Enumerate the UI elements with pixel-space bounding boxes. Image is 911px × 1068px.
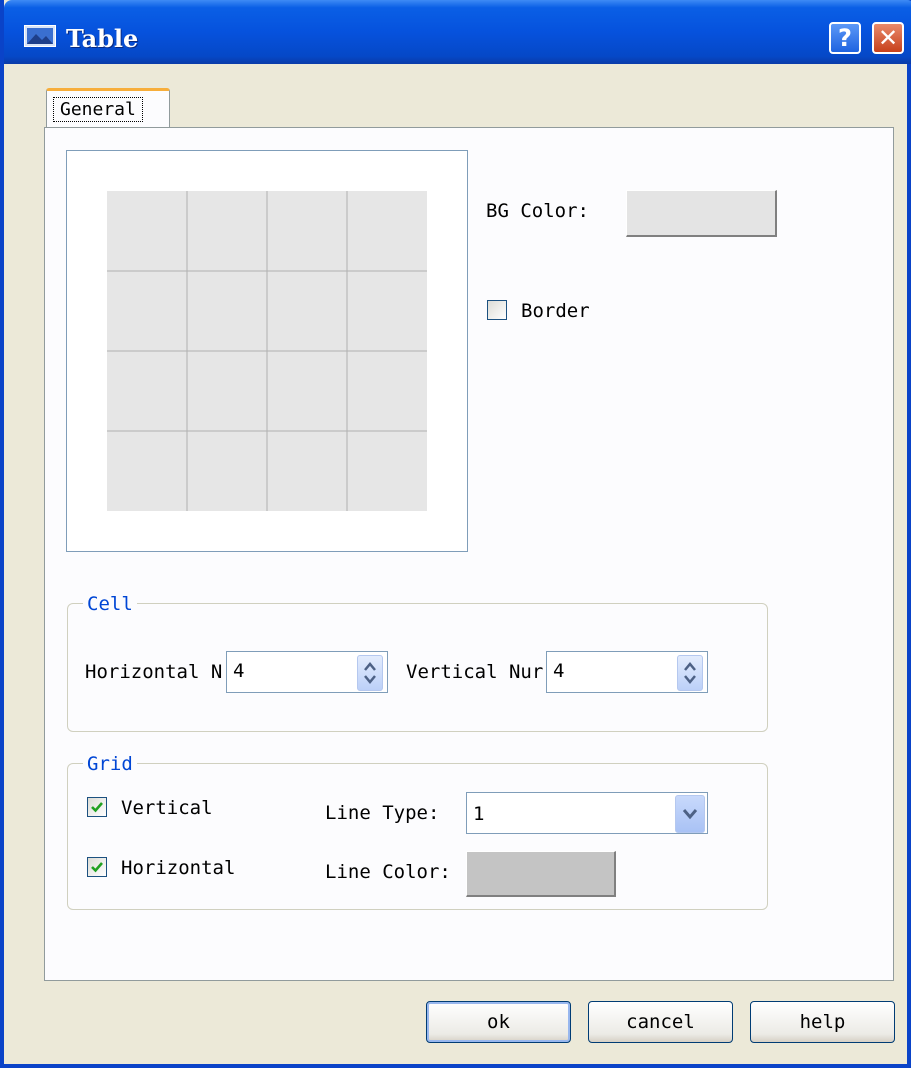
horizontal-num-stepper[interactable]: 4 (226, 651, 388, 693)
grid-group (67, 763, 768, 910)
vertical-num-label: Vertical Nur (406, 661, 544, 683)
vertical-spin-icon[interactable] (677, 655, 703, 691)
close-icon[interactable]: ✕ (872, 22, 904, 54)
cancel-button[interactable]: cancel (588, 1001, 733, 1043)
line-type-value: 1 (473, 803, 485, 825)
grid-vertical-checkbox[interactable] (87, 797, 107, 817)
vertical-num-stepper[interactable]: 4 (546, 651, 708, 693)
horizontal-spin-icon[interactable] (357, 655, 383, 691)
line-type-label: Line Type: (325, 802, 440, 824)
border-checkbox[interactable] (487, 300, 507, 320)
grid-horizontal-checkbox[interactable] (87, 857, 107, 877)
dialog-window: Table ? ✕ General BG Color: Border Cell … (0, 0, 911, 1068)
table-preview-graphic (107, 191, 427, 511)
vertical-num-value: 4 (553, 660, 565, 682)
window-title: Table (66, 24, 139, 53)
bg-color-label: BG Color: (486, 200, 589, 222)
grid-horizontal-label: Horizontal (121, 857, 236, 879)
help-button[interactable]: help (750, 1001, 895, 1043)
line-color-label: Line Color: (325, 861, 451, 883)
help-icon[interactable]: ? (829, 22, 861, 54)
grid-group-title: Grid (83, 753, 137, 775)
line-color-button[interactable] (466, 851, 616, 897)
window-icon (24, 25, 56, 47)
tab-general[interactable]: General (46, 88, 170, 128)
bg-color-button[interactable] (626, 190, 777, 237)
tab-general-label: General (53, 97, 143, 122)
horizontal-num-label: Horizontal N (85, 661, 223, 683)
grid-vertical-label: Vertical (121, 797, 213, 819)
border-label: Border (521, 300, 590, 322)
table-preview (66, 150, 468, 552)
line-type-select[interactable]: 1 (466, 792, 708, 834)
title-bar[interactable]: Table ? ✕ (4, 0, 911, 64)
ok-button[interactable]: ok (426, 1001, 571, 1043)
horizontal-num-value: 4 (233, 660, 245, 682)
chevron-down-icon[interactable] (675, 795, 705, 833)
cell-group-title: Cell (83, 593, 137, 615)
